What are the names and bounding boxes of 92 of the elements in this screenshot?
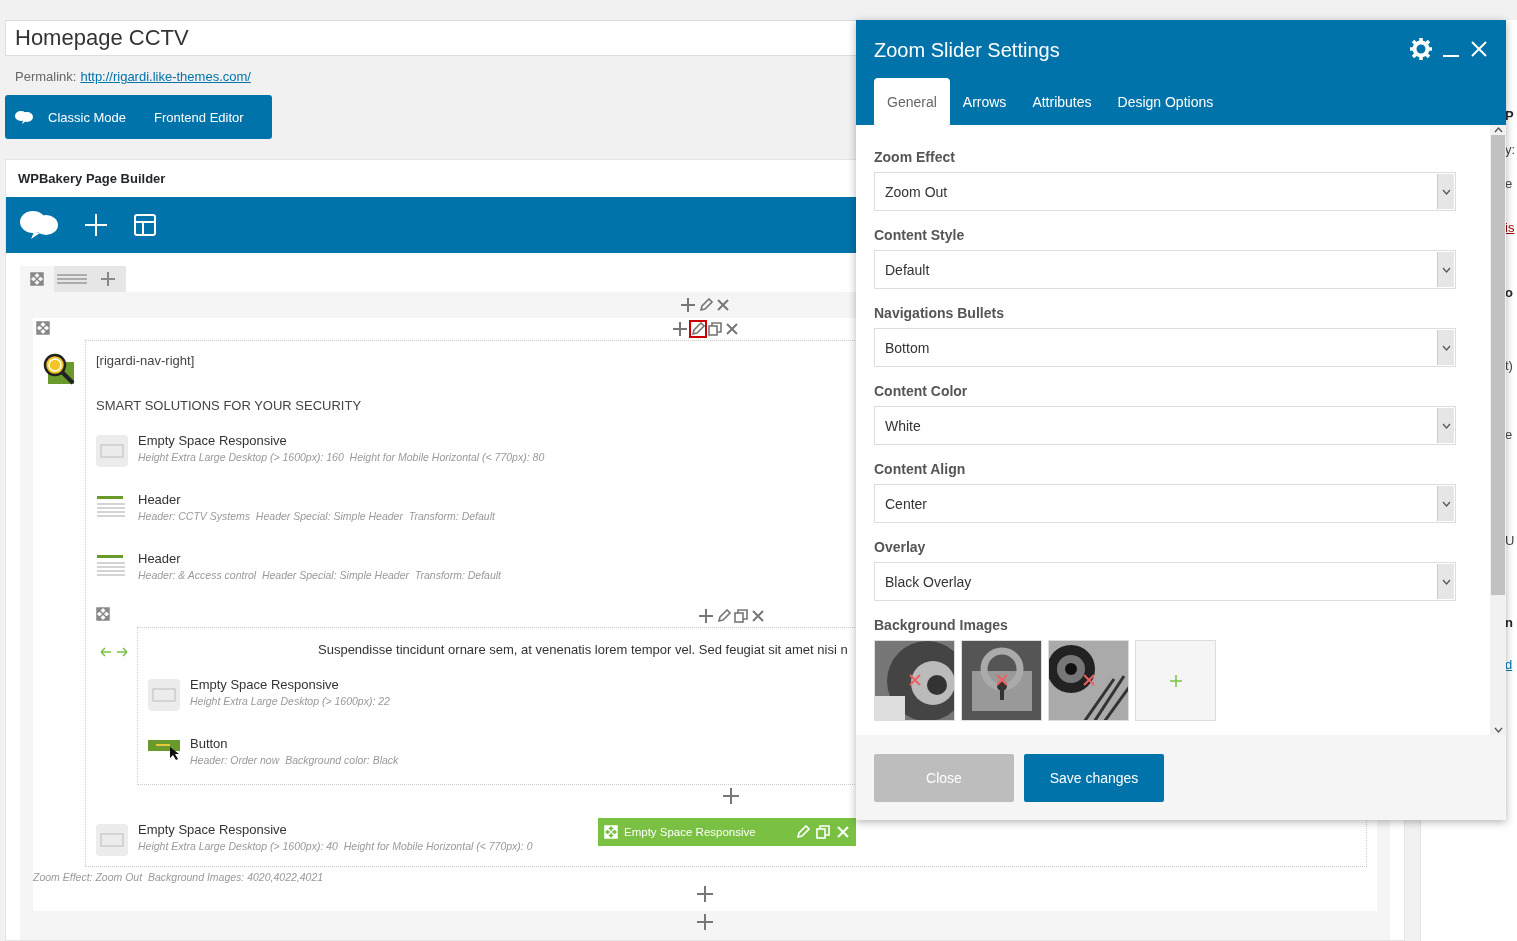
permalink-link[interactable]: http://rigardi.like-themes.com/ [80, 69, 251, 87]
field-label: Content Align [874, 461, 967, 479]
button-cursor-icon [148, 738, 182, 760]
select-field[interactable]: Center [874, 484, 1456, 523]
cloud-logo-icon[interactable] [20, 210, 58, 240]
plus-icon[interactable] [680, 297, 696, 313]
empty-space-icon [148, 679, 180, 711]
paragraph-text: Suspendisse tincidunt ornare sem, at venenatis lorem tempor vel. Sed feugiat sit amet nisi n [318, 642, 848, 659]
clone-icon[interactable] [707, 322, 722, 336]
field-label: Navigations Bullets [874, 305, 1005, 323]
cloud-logo-icon[interactable] [15, 110, 33, 124]
element-name[interactable]: Empty Space Responsive [138, 433, 545, 448]
mode-button[interactable]: Classic Mode [35, 102, 140, 132]
select-field[interactable]: Bottom [874, 328, 1456, 367]
element-params: Height Extra Large Desktop (> 1600px): 40 Height for Mobile Horizontal (< 770px): 0 [138, 840, 533, 852]
summary-text: Zoom Effect: Zoom Out Background Images: 4020,4022,4021 [33, 870, 325, 885]
edit-icon[interactable] [716, 609, 731, 623]
element-params: Height Extra Large Desktop (> 1600px): 22 [190, 695, 390, 707]
caret-icon [1441, 266, 1451, 273]
close-icon[interactable] [716, 298, 730, 312]
caret-icon [1441, 188, 1451, 195]
plus-icon[interactable] [697, 608, 714, 624]
element-name[interactable]: Empty Space Responsive [138, 822, 533, 837]
mode-button[interactable]: Frontend Editor [141, 102, 257, 132]
caret-icon [1441, 422, 1451, 429]
header-lines-icon [96, 494, 126, 518]
dialog-tab[interactable]: General [874, 78, 950, 125]
sidebar-text: e [1505, 176, 1513, 193]
header-lines-icon [96, 553, 126, 577]
element-name[interactable]: Header [138, 492, 495, 507]
plus-icon[interactable] [696, 913, 714, 931]
empty-space-icon [96, 435, 128, 467]
plus-icon [1168, 673, 1183, 688]
select-field[interactable]: White [874, 406, 1456, 445]
plus-icon[interactable] [722, 787, 740, 805]
heading-text: SMART SOLUTIONS FOR YOUR SECURITY [96, 398, 363, 415]
panel-title: WPBakery Page Builder [18, 171, 166, 186]
expand-icon[interactable] [30, 272, 44, 286]
settings-icon[interactable] [1410, 38, 1432, 60]
element-label: Empty Space Responsive [624, 826, 757, 838]
remove-icon[interactable] [1083, 674, 1095, 686]
magnifier-icon [42, 352, 76, 386]
dialog-tab[interactable]: Attributes [1019, 78, 1105, 125]
sidebar-text: t) [1505, 358, 1513, 375]
drag-handle-icon[interactable] [57, 274, 87, 284]
select-field[interactable]: Default [874, 250, 1456, 289]
field-label: Zoom Effect [874, 149, 956, 167]
plus-icon[interactable] [696, 885, 714, 903]
edit-icon[interactable] [690, 322, 705, 336]
field-label: Content Style [874, 227, 966, 245]
shortcode-text: [rigardi-nav-right] [96, 353, 196, 370]
sidebar-link[interactable]: is [1505, 220, 1515, 238]
caret-icon [1441, 500, 1451, 507]
element-name[interactable]: Button [190, 736, 399, 751]
save-button[interactable]: Save changes [1024, 753, 1164, 802]
plus-icon[interactable] [671, 321, 688, 337]
empty-space-icon [96, 824, 128, 856]
permalink-label: Permalink: [15, 69, 77, 86]
sidebar-link[interactable]: d [1505, 657, 1513, 675]
sidebar-text: o [1505, 285, 1513, 302]
close-icon[interactable] [750, 609, 765, 623]
sidebar-text: n [1505, 615, 1513, 632]
element-params: Header: Order now Background color: Black [190, 754, 399, 766]
sidebar-text: P [1505, 108, 1514, 125]
sidebar-text: U [1505, 533, 1515, 550]
field-label: Content Color [874, 383, 969, 401]
plus-icon[interactable] [100, 271, 116, 287]
expand-icon[interactable] [96, 607, 110, 621]
remove-icon[interactable] [909, 674, 921, 686]
scroll-up-icon[interactable] [1493, 127, 1503, 133]
layout-icon[interactable] [134, 214, 156, 236]
select-field[interactable]: Black Overlay [874, 562, 1456, 601]
element-params: Header: & Access control Header Special: Simple Header Transform: Default [138, 569, 501, 581]
element-params: Height Extra Large Desktop (> 1600px): 160 Height for Mobile Horizontal (< 770px): 80 [138, 451, 545, 463]
element-name[interactable]: Empty Space Responsive [190, 677, 390, 692]
clone-icon[interactable] [733, 609, 748, 623]
element-name[interactable]: Header [138, 551, 501, 566]
edit-icon[interactable] [699, 298, 713, 312]
scroll-down-icon[interactable] [1493, 727, 1503, 733]
close-icon[interactable] [724, 322, 739, 336]
caret-icon [1441, 578, 1451, 585]
element-params: Header: CCTV Systems Header Special: Simple Header Transform: Default [138, 510, 495, 522]
dialog-tab[interactable]: Arrows [949, 78, 1020, 125]
field-label: Background Images [874, 617, 1009, 635]
caret-icon [1441, 344, 1451, 351]
field-label: Overlay [874, 539, 927, 557]
sidebar-text: e [1505, 427, 1513, 444]
select-field[interactable]: Zoom Out [874, 172, 1456, 211]
expand-icon[interactable] [36, 321, 50, 335]
remove-icon[interactable] [996, 674, 1008, 686]
scrollbar-thumb[interactable] [1491, 135, 1505, 595]
dialog-tab[interactable]: Design Options [1104, 78, 1227, 125]
